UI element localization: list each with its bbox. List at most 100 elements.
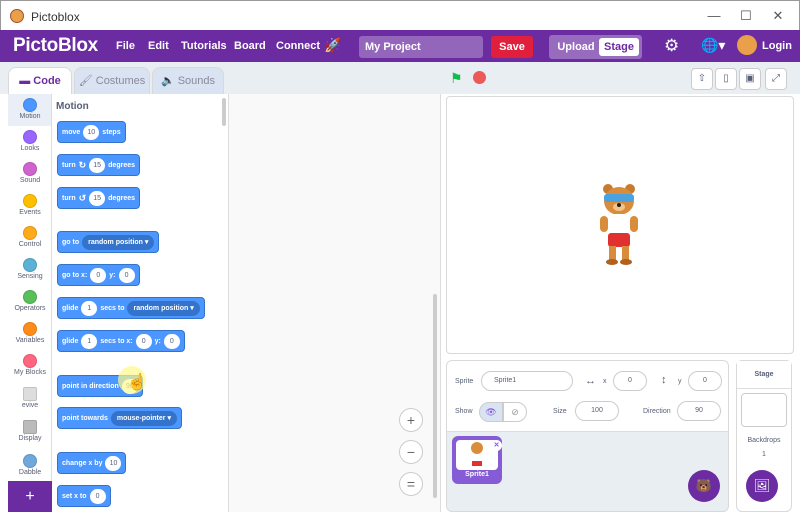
block-glide-to[interactable]: glide 1 secs to random position ▾	[57, 297, 205, 319]
close-button[interactable]: ✕	[763, 6, 793, 26]
menu-edit[interactable]: Edit	[148, 40, 169, 52]
fullscreen-icon[interactable]: ⤢	[765, 68, 787, 90]
category-operators[interactable]: Operators	[8, 290, 51, 312]
small-stage-icon[interactable]: ▯	[715, 68, 737, 90]
block-point-towards[interactable]: point towards mouse-pointer ▾	[57, 407, 182, 429]
block-change-x[interactable]: change x by 10	[57, 452, 127, 474]
my-blocks-dot-icon	[23, 354, 37, 368]
x-label: x	[603, 378, 607, 385]
add-extension-button[interactable]: +	[8, 481, 52, 512]
zoom-reset-button[interactable]: =	[399, 472, 423, 496]
category-display[interactable]: Display	[8, 420, 51, 442]
minimize-button[interactable]: —	[699, 6, 729, 26]
stage-mode-button[interactable]: Stage	[599, 38, 639, 56]
login-button[interactable]: Login	[762, 40, 792, 52]
go-to-y-input[interactable]: 0	[118, 267, 135, 283]
category-sensing[interactable]: Sensing	[8, 258, 51, 280]
category-dabble[interactable]: Dabble	[8, 454, 51, 476]
block-go-to-xy[interactable]: go to x: 0 y: 0	[57, 264, 140, 286]
x-input[interactable]: 0	[613, 371, 647, 391]
category-control[interactable]: Control	[8, 226, 51, 248]
pictoblox-logo[interactable]: PictoBlox	[13, 35, 98, 57]
zoom-in-button[interactable]: +	[399, 408, 423, 432]
upload-to-stage-icon[interactable]: ⇧	[691, 68, 713, 90]
category-events[interactable]: Events	[8, 194, 51, 216]
upload-mode-button[interactable]: Upload	[553, 35, 599, 59]
block-glide-to-xy[interactable]: glide 1 secs to x: 0 y: 0	[57, 330, 185, 352]
add-sprite-button[interactable]: 🐻	[688, 470, 720, 502]
tab-code[interactable]: ▬ Code	[8, 67, 72, 95]
block-turn-left[interactable]: turn ↺ 15 degrees	[57, 187, 141, 209]
category-evive[interactable]: evive	[8, 387, 51, 409]
glide-to-dropdown[interactable]: random position ▾	[127, 300, 200, 316]
variables-dot-icon	[23, 322, 37, 336]
show-label: Show	[455, 408, 473, 415]
bear-sprite[interactable]	[596, 183, 642, 267]
glide-y-input[interactable]: 0	[163, 333, 180, 349]
editor-tabs: ▬ Code 🖌 Costumes 🔈 Sounds	[0, 62, 446, 95]
code-icon: ▬	[19, 75, 34, 87]
workspace-scrollbar[interactable]	[433, 294, 437, 498]
turn-right-input[interactable]: 15	[89, 157, 106, 173]
stop-icon[interactable]	[473, 71, 486, 84]
category-variables[interactable]: Variables	[8, 322, 51, 344]
events-dot-icon	[23, 194, 37, 208]
category-menu: Motion Looks Sound Events Control Sensin…	[8, 94, 52, 481]
brush-icon: 🖌	[78, 75, 96, 87]
glide-x-input[interactable]: 0	[135, 333, 152, 349]
turn-left-input[interactable]: 15	[89, 190, 106, 206]
go-to-dropdown[interactable]: random position ▾	[82, 234, 155, 250]
size-input[interactable]: 100	[575, 401, 619, 421]
glide-secs-input[interactable]: 1	[81, 300, 98, 316]
menu-file[interactable]: File	[116, 40, 135, 52]
block-palette: Motion move 10 steps turn ↻ 15 degrees turn ↺ 1…	[52, 94, 229, 512]
direction-input-field[interactable]: 90	[677, 401, 721, 421]
sprite-info: Sprite Sprite1 ↔ x 0 ↕ y 0 Show 👁 ⊘ Size…	[447, 361, 728, 432]
motion-dot-icon	[23, 98, 37, 112]
large-stage-icon[interactable]: ▣	[739, 68, 761, 90]
add-backdrop-button[interactable]: 🖼	[746, 470, 778, 502]
sound-dot-icon	[23, 162, 37, 176]
x-arrows-icon: ↔	[585, 375, 596, 387]
looks-dot-icon	[23, 130, 37, 144]
language-globe-icon[interactable]: 🌐▾	[701, 37, 725, 54]
green-flag-icon[interactable]: ⚑	[450, 70, 463, 87]
zoom-out-button[interactable]: −	[399, 440, 423, 464]
menu-tutorials[interactable]: Tutorials	[181, 40, 227, 52]
project-name-input[interactable]: My Project	[359, 36, 483, 58]
show-hidden-icon[interactable]: ⊘	[503, 402, 527, 422]
go-to-x-input[interactable]: 0	[90, 267, 107, 283]
tab-costumes[interactable]: 🖌 Costumes	[74, 67, 150, 95]
save-button[interactable]: Save	[491, 36, 533, 58]
block-turn-right[interactable]: turn ↻ 15 degrees	[57, 154, 141, 176]
menu-board[interactable]: Board	[234, 40, 266, 52]
point-towards-dropdown[interactable]: mouse-pointer ▾	[110, 410, 177, 426]
extension-rocket-icon[interactable]: 🚀	[324, 37, 341, 54]
delete-sprite-icon[interactable]: ✕	[491, 440, 502, 451]
y-input[interactable]: 0	[688, 371, 722, 391]
maximize-button[interactable]: ☐	[731, 6, 761, 26]
size-label: Size	[553, 408, 567, 415]
category-looks[interactable]: Looks	[8, 130, 51, 152]
category-motion[interactable]: Motion	[8, 94, 51, 126]
palette-scrollbar[interactable]	[222, 98, 226, 126]
settings-gear-icon[interactable]: ⚙	[664, 36, 679, 56]
block-move-steps[interactable]: move 10 steps	[57, 121, 126, 143]
move-steps-input[interactable]: 10	[83, 124, 100, 140]
change-x-input[interactable]: 10	[105, 455, 122, 471]
category-my-blocks[interactable]: My Blocks	[8, 354, 51, 376]
block-go-to[interactable]: go to random position ▾	[57, 231, 160, 253]
block-set-x[interactable]: set x to 0	[57, 485, 111, 507]
show-visible-icon[interactable]: 👁	[479, 402, 503, 422]
menu-connect[interactable]: Connect	[276, 40, 320, 52]
operators-dot-icon	[23, 290, 37, 304]
glide-xy-secs-input[interactable]: 1	[81, 333, 98, 349]
tab-sounds[interactable]: 🔈 Sounds	[152, 67, 224, 95]
user-avatar-icon[interactable]	[737, 35, 757, 55]
category-sound[interactable]: Sound	[8, 162, 51, 184]
sprite-name-input[interactable]: Sprite1	[481, 371, 573, 391]
backdrop-thumbnail[interactable]	[741, 393, 787, 427]
sprite-thumbnail[interactable]: ✕ Sprite1	[452, 436, 502, 484]
dabble-icon	[23, 454, 37, 468]
set-x-input[interactable]: 0	[89, 488, 106, 504]
